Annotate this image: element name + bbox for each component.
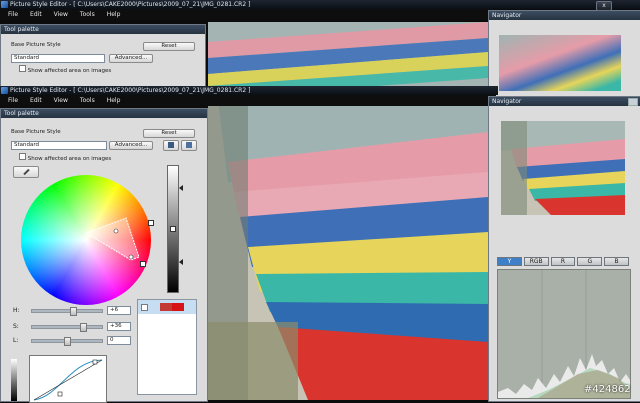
tab-r[interactable]: R <box>550 257 576 266</box>
hue-selection-overlay <box>84 217 140 261</box>
menubar: File Edit View Tools Help <box>0 95 496 106</box>
color-adjust-row[interactable] <box>138 300 196 314</box>
back-reset-button[interactable]: Reset <box>143 42 195 51</box>
l-label: L: <box>13 337 19 344</box>
color-adjust-list[interactable] <box>137 299 197 395</box>
navigator-title: Navigator <box>489 97 640 106</box>
window-titlebar[interactable]: Picture Style Editor - [ C:\Users\CAKE20… <box>0 86 498 95</box>
menu-file[interactable]: File <box>8 97 18 104</box>
menu-file-back[interactable]: File <box>8 11 18 18</box>
back-window-controls: x <box>596 1 638 11</box>
back-base-style-select[interactable]: Standard <box>11 54 105 63</box>
l-value-field[interactable]: 0 <box>107 336 131 345</box>
color-swatch-after <box>172 303 184 311</box>
s-slider-thumb[interactable] <box>80 323 87 332</box>
back-menubar: File Edit View Tools Help <box>0 9 496 20</box>
tone-gradient <box>11 359 17 401</box>
luminance-marker-top[interactable] <box>179 185 183 191</box>
app-icon <box>1 1 8 8</box>
show-affected-row[interactable]: Show affected area on images <box>19 153 111 162</box>
back-advanced-button[interactable]: Advanced... <box>109 54 153 63</box>
show-affected-checkbox[interactable] <box>19 153 26 160</box>
back-navigator-title: Navigator <box>489 11 640 20</box>
s-label: S: <box>13 323 19 330</box>
back-window-title: Picture Style Editor - [ C:\Users\CAKE20… <box>10 1 251 8</box>
reset-button[interactable]: Reset <box>143 129 195 138</box>
h-slider-thumb[interactable] <box>70 307 78 316</box>
menu-help[interactable]: Help <box>107 97 121 104</box>
menu-view[interactable]: View <box>54 97 68 104</box>
back-palette-title: Tool palette <box>1 25 205 34</box>
base-style-select[interactable]: Standard <box>11 141 107 150</box>
h-slider[interactable] <box>31 307 103 316</box>
navigator-panel: Navigator Y RGB R G B <box>488 96 640 402</box>
color-wheel[interactable] <box>21 175 151 305</box>
navigator-thumbnail[interactable] <box>501 121 625 215</box>
menu-tools-back[interactable]: Tools <box>80 11 95 18</box>
back-window-titlebar[interactable]: Picture Style Editor - [ C:\Users\CAKE20… <box>0 0 640 9</box>
advanced-button[interactable]: Advanced... <box>109 141 153 150</box>
back-show-affected-label: Show affected area on images <box>27 68 112 74</box>
show-affected-label: Show affected area on images <box>27 156 112 162</box>
base-style-label: Base Picture Style <box>11 129 61 135</box>
window-title: Picture Style Editor - [ C:\Users\CAKE20… <box>10 87 251 94</box>
tab-rgb[interactable]: RGB <box>523 257 549 266</box>
navigator-close-button[interactable] <box>628 98 638 106</box>
back-show-affected[interactable]: Show affected area on images <box>19 65 111 74</box>
photo-image <box>208 22 488 400</box>
back-navigator-thumb <box>499 35 621 91</box>
navigator-thumb-image <box>501 121 625 215</box>
open-style-button[interactable] <box>181 140 197 151</box>
back-close-button[interactable]: x <box>596 1 612 11</box>
histogram <box>497 269 631 399</box>
watermark-text: #424862 <box>584 384 631 395</box>
tone-curve-graph <box>33 359 103 401</box>
navigator-tabs: Y RGB R G B <box>497 257 629 266</box>
back-navigator: Navigator <box>488 10 640 98</box>
menu-help-back[interactable]: Help <box>107 11 121 18</box>
h-label: H: <box>13 307 20 314</box>
menu-view-back[interactable]: View <box>54 11 68 18</box>
palette-title: Tool palette <box>1 109 207 118</box>
luminance-marker-bottom[interactable] <box>179 259 183 265</box>
back-base-style-label: Base Picture Style <box>11 42 61 48</box>
tone-curve[interactable] <box>29 355 107 403</box>
wheel-handle-b[interactable] <box>140 261 146 267</box>
color-swatch-before <box>160 303 172 311</box>
s-slider[interactable] <box>31 323 103 332</box>
h-value-field[interactable]: +6 <box>107 306 131 315</box>
tab-g[interactable]: G <box>577 257 603 266</box>
wheel-handle-a[interactable] <box>148 220 154 226</box>
tab-b[interactable]: B <box>604 257 629 266</box>
save-style-button[interactable] <box>163 140 179 151</box>
disk-icon <box>186 142 192 148</box>
menu-tools[interactable]: Tools <box>80 97 95 104</box>
menu-edit-back[interactable]: Edit <box>30 11 42 18</box>
l-slider[interactable] <box>31 337 103 346</box>
save-icon <box>168 142 174 148</box>
photo-canvas[interactable] <box>208 22 488 400</box>
s-value-field[interactable]: +36 <box>107 322 131 331</box>
tool-palette: Tool palette Base Picture Style Reset St… <box>0 108 208 403</box>
luminance-marker-mid[interactable] <box>170 226 176 232</box>
app-icon-front <box>1 87 8 94</box>
menu-edit[interactable]: Edit <box>30 97 42 104</box>
l-slider-thumb[interactable] <box>64 337 71 346</box>
back-show-affected-checkbox[interactable] <box>19 65 26 72</box>
tab-y[interactable]: Y <box>497 257 522 266</box>
histogram-graph <box>498 270 630 398</box>
color-adjust-checkbox[interactable] <box>141 304 148 311</box>
